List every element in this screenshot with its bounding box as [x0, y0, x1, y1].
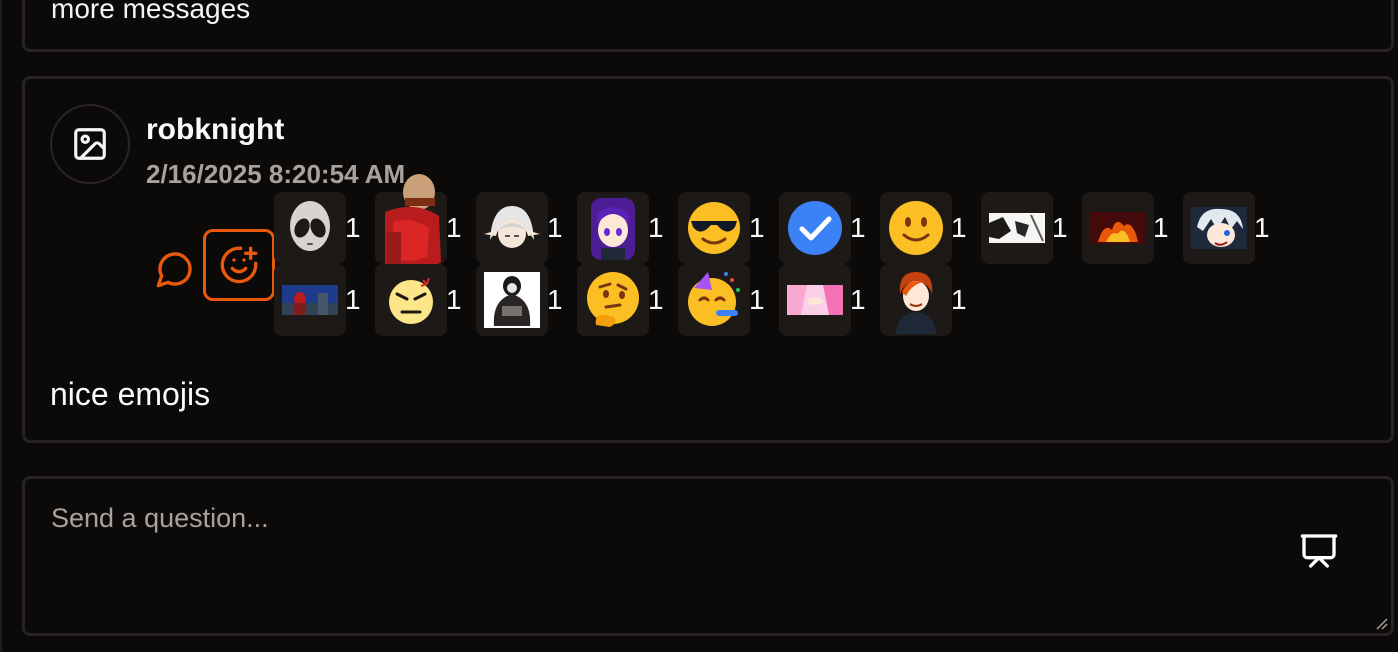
reaction-thinking[interactable]: 1	[577, 264, 677, 336]
reaction-count: 1	[749, 284, 765, 315]
reaction-partying-face[interactable]: 1	[678, 264, 778, 336]
partying-face-emoji-icon	[678, 264, 750, 336]
reaction-count: 1	[951, 284, 967, 315]
reaction-titan[interactable]: 1	[375, 174, 475, 276]
reaction-alien[interactable]: 1	[274, 192, 374, 264]
question-input[interactable]	[25, 479, 1391, 633]
present-button[interactable]	[1297, 529, 1341, 573]
white-hair-elf-custom-emoji-icon	[476, 192, 548, 264]
purple-hair-girl-custom-emoji-icon	[577, 192, 649, 264]
reaction-count: 1	[547, 212, 563, 243]
titan-custom-emoji-icon	[375, 174, 447, 276]
manga-panel-custom-emoji-icon	[981, 192, 1053, 264]
reaction-count: 1	[1052, 212, 1068, 243]
resize-grip-icon[interactable]	[1374, 616, 1388, 630]
reaction-count: 1	[1153, 212, 1169, 243]
reaction-count: 1	[749, 212, 765, 243]
reaction-orange-hair[interactable]: 1	[880, 264, 980, 336]
reaction-count: 1	[648, 284, 664, 315]
reaction-dark-figure[interactable]: 1	[476, 264, 576, 336]
speech-bubble-icon	[156, 252, 192, 288]
reaction-count: 1	[446, 212, 462, 243]
pink-hair-custom-emoji-icon	[779, 264, 851, 336]
reaction-blue-check[interactable]: 1	[779, 192, 879, 264]
message-timestamp: 2/16/2025 8:20:54 AM	[146, 159, 406, 189]
reaction-count: 1	[951, 212, 967, 243]
smile-plus-icon	[220, 246, 258, 284]
dark-figure-custom-emoji-icon	[476, 264, 548, 336]
avatar[interactable]	[50, 104, 130, 184]
image-placeholder-icon	[74, 128, 106, 160]
reaction-slight-smile[interactable]: 1	[880, 192, 980, 264]
page: more messages robknight 2/16/2025 8:20:5…	[0, 0, 1398, 652]
reaction-manga-panel[interactable]: 1	[981, 192, 1081, 264]
reply-button[interactable]	[153, 247, 197, 291]
reaction-white-hair-blindfold[interactable]: 1	[1183, 192, 1283, 264]
reaction-pink-hair[interactable]: 1	[779, 264, 879, 336]
alien-emoji-icon	[274, 192, 346, 264]
reaction-count: 1	[446, 284, 462, 315]
slight-smile-emoji-icon	[880, 192, 952, 264]
presentation-icon	[1300, 534, 1338, 568]
reaction-count: 1	[547, 284, 563, 315]
message-card: robknight 2/16/2025 8:20:54 AM 1 1 1 1 1…	[22, 76, 1394, 443]
reaction-count: 1	[345, 212, 361, 243]
reaction-count: 1	[1254, 212, 1270, 243]
reaction-fire[interactable]: 1	[1082, 192, 1182, 264]
thinking-emoji-icon	[577, 264, 649, 336]
reaction-count: 1	[345, 284, 361, 315]
reaction-angry-face[interactable]: 1	[375, 264, 475, 336]
reaction-purple-hair-girl[interactable]: 1	[577, 192, 677, 264]
message-username[interactable]: robknight	[146, 113, 284, 147]
reaction-blue-scene[interactable]: 1	[274, 264, 374, 336]
message-text: nice emojis	[50, 376, 211, 412]
orange-hair-custom-emoji-icon	[880, 264, 952, 336]
angry-face-emoji-icon	[375, 264, 447, 336]
blue-check-emoji-icon	[779, 192, 851, 264]
previous-message-text: more messages	[51, 0, 251, 24]
reaction-white-hair-elf[interactable]: 1	[476, 192, 576, 264]
blue-scene-custom-emoji-icon	[274, 264, 346, 336]
reaction-sunglasses[interactable]: 1	[678, 192, 778, 264]
reaction-count: 1	[850, 212, 866, 243]
question-composer	[22, 476, 1394, 636]
white-hair-blindfold-custom-emoji-icon	[1183, 192, 1255, 264]
sunglasses-emoji-icon	[678, 192, 750, 264]
reaction-count: 1	[850, 284, 866, 315]
add-reaction-button[interactable]	[203, 229, 275, 301]
previous-message-card: more messages	[22, 0, 1394, 52]
reaction-count: 1	[648, 212, 664, 243]
fire-custom-emoji-icon	[1082, 192, 1154, 264]
